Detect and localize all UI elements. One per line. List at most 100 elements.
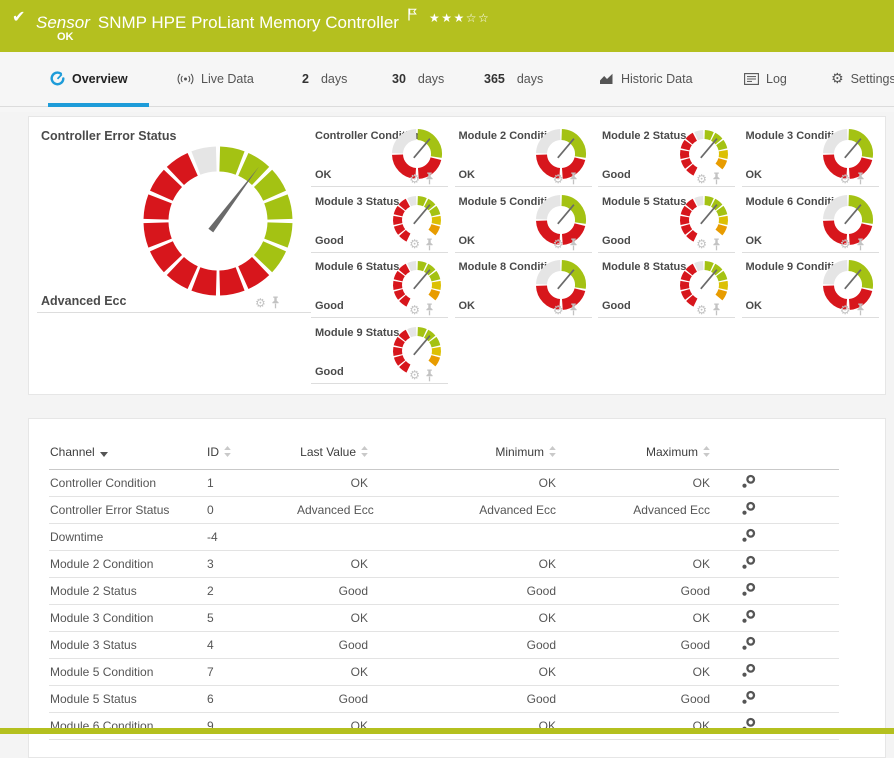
channel-settings-wrench-icon[interactable] xyxy=(741,663,756,678)
tab-live-data[interactable]: Live Data xyxy=(177,52,254,105)
gauge-icon xyxy=(50,71,65,86)
channel-settings-wrench-icon[interactable] xyxy=(741,609,756,624)
tab-365-days[interactable]: 365 days xyxy=(484,52,543,105)
channel-settings-wrench-icon[interactable] xyxy=(741,474,756,489)
channel-row[interactable]: Module 3 Condition 5 OK OK OK xyxy=(49,604,839,632)
gauge-value: OK xyxy=(745,300,763,312)
tab-log[interactable]: Log xyxy=(744,52,787,105)
channel-settings-wrench-icon[interactable] xyxy=(741,501,756,516)
gauge-pin-icon[interactable] xyxy=(856,303,865,316)
gauge-settings-gear-icon[interactable]: ⚙ xyxy=(840,304,851,316)
priority-stars[interactable]: ★★★☆☆ xyxy=(429,11,490,25)
tab-label: Overview xyxy=(72,71,128,86)
page-title: SNMP HPE ProLiant Memory Controller xyxy=(97,13,399,32)
gauge-pin-icon[interactable] xyxy=(712,238,721,251)
column-header-label: Channel xyxy=(50,445,95,460)
tab-2-days[interactable]: 2 days xyxy=(302,52,347,105)
tab-number: 2 xyxy=(302,71,309,86)
channel-row[interactable]: Downtime -4 xyxy=(49,523,839,551)
gauge-title: Module 6 Status xyxy=(315,261,400,273)
gauge-pin-icon[interactable] xyxy=(569,303,578,316)
channel-settings-wrench-icon[interactable] xyxy=(741,555,756,570)
cell-channel: Module 3 Status xyxy=(49,631,206,659)
channel-row[interactable]: Module 5 Condition 7 OK OK OK xyxy=(49,658,839,686)
gauge-pin-icon[interactable] xyxy=(425,303,434,316)
gauge-pin-icon[interactable] xyxy=(425,238,434,251)
gauge-value: OK xyxy=(458,300,476,312)
primary-gauge-separator xyxy=(37,312,311,313)
channel-row[interactable]: Module 6 Condition 9 OK OK OK xyxy=(49,712,839,740)
gauge-settings-gear-icon[interactable]: ⚙ xyxy=(409,238,420,250)
cell-id: -4 xyxy=(206,523,296,551)
gauge-card: Module 3 Status Good ⚙ xyxy=(311,191,448,253)
gauge-pin-icon[interactable] xyxy=(271,296,280,309)
channel-row[interactable]: Module 2 Status 2 Good Good Good xyxy=(49,577,839,605)
channel-row[interactable]: Module 3 Status 4 Good Good Good xyxy=(49,631,839,659)
gauge-settings-gear-icon[interactable]: ⚙ xyxy=(696,238,707,250)
tab-label: days xyxy=(417,71,445,86)
sort-toggle-icon xyxy=(361,446,368,460)
gauge-pin-icon[interactable] xyxy=(856,172,865,185)
gauge-value: OK xyxy=(745,234,763,247)
gauge-title: Module 5 Status xyxy=(602,195,687,208)
cell-last: Good xyxy=(296,685,369,713)
column-header-channel[interactable]: Channel xyxy=(49,437,206,470)
tab-label: Log xyxy=(766,71,787,86)
gauge-pin-icon[interactable] xyxy=(856,238,865,251)
gauge-pin-icon[interactable] xyxy=(569,172,578,185)
cell-id: 9 xyxy=(206,712,296,740)
tab-historic-data[interactable]: Historic Data xyxy=(599,52,693,105)
tab-settings[interactable]: ⚙ Settings xyxy=(831,52,894,105)
channel-row[interactable]: Module 2 Condition 3 OK OK OK xyxy=(49,550,839,578)
column-header-last-value[interactable]: Last Value xyxy=(296,437,369,470)
gauge-title: Module 2 Status xyxy=(602,130,687,142)
gauge-card: Module 6 Condition OK ⚙ xyxy=(741,191,879,253)
tab-number: 365 xyxy=(484,71,505,86)
tab-30-days[interactable]: 30 days xyxy=(392,52,444,105)
gauge-pin-icon[interactable] xyxy=(425,172,434,185)
gauge-value: Good xyxy=(602,169,631,181)
gauge-settings-gear-icon[interactable]: ⚙ xyxy=(840,173,851,185)
tab-overview[interactable]: Overview xyxy=(50,52,128,105)
cell-min: Good xyxy=(369,631,557,659)
channel-row[interactable]: Module 5 Status 6 Good Good Good xyxy=(49,685,839,713)
cell-max: Advanced Ecc xyxy=(557,496,711,524)
channel-settings-wrench-icon[interactable] xyxy=(741,690,756,705)
priority-flag-icon[interactable] xyxy=(408,6,417,25)
gauge-settings-gear-icon[interactable]: ⚙ xyxy=(696,173,707,185)
gauge-settings-gear-icon[interactable]: ⚙ xyxy=(409,304,420,316)
cell-min: OK xyxy=(369,604,557,632)
gauge-pin-icon[interactable] xyxy=(712,303,721,316)
channel-settings-wrench-icon[interactable] xyxy=(741,582,756,597)
sort-desc-icon xyxy=(99,446,108,460)
gauge-pin-icon[interactable] xyxy=(712,172,721,185)
tab-bar: Overview Live Data 2 days 30 days 365 days Histo… xyxy=(0,52,894,112)
gauge-settings-gear-icon[interactable]: ⚙ xyxy=(255,297,266,309)
gauge-pin-icon[interactable] xyxy=(569,238,578,251)
tab-number: 30 xyxy=(392,71,406,86)
column-header-maximum[interactable]: Maximum xyxy=(557,437,711,470)
cell-channel: Module 5 Status xyxy=(49,685,206,713)
gauge-settings-gear-icon[interactable]: ⚙ xyxy=(696,304,707,316)
channel-row[interactable]: Controller Condition 1 OK OK OK xyxy=(49,469,839,497)
gauge-settings-gear-icon[interactable]: ⚙ xyxy=(553,238,564,250)
tab-label: Historic Data xyxy=(621,71,693,86)
column-header-label: ID xyxy=(207,445,219,460)
gauge-pin-icon[interactable] xyxy=(425,369,434,382)
channel-row[interactable]: Controller Error Status 0 Advanced Ecc Adva… xyxy=(49,496,839,524)
gauge-settings-gear-icon[interactable]: ⚙ xyxy=(409,369,420,381)
column-header-id[interactable]: ID xyxy=(206,437,296,470)
cell-last xyxy=(296,523,369,551)
gauges-panel: Controller Error Status Advanced Ecc ⚙ C… xyxy=(28,116,886,395)
gauge-title: Module 9 Status xyxy=(315,326,400,339)
gauge-settings-gear-icon[interactable]: ⚙ xyxy=(409,173,420,185)
gauge-card: Module 3 Condition OK ⚙ xyxy=(741,125,879,187)
gauge-settings-gear-icon[interactable]: ⚙ xyxy=(553,173,564,185)
gauge-settings-gear-icon[interactable]: ⚙ xyxy=(553,304,564,316)
gauge-value: Good xyxy=(602,300,631,312)
channel-settings-wrench-icon[interactable] xyxy=(741,528,756,543)
column-header-minimum[interactable]: Minimum xyxy=(369,437,557,470)
tab-label: days xyxy=(320,71,348,86)
channel-settings-wrench-icon[interactable] xyxy=(741,636,756,651)
gauge-settings-gear-icon[interactable]: ⚙ xyxy=(840,238,851,250)
